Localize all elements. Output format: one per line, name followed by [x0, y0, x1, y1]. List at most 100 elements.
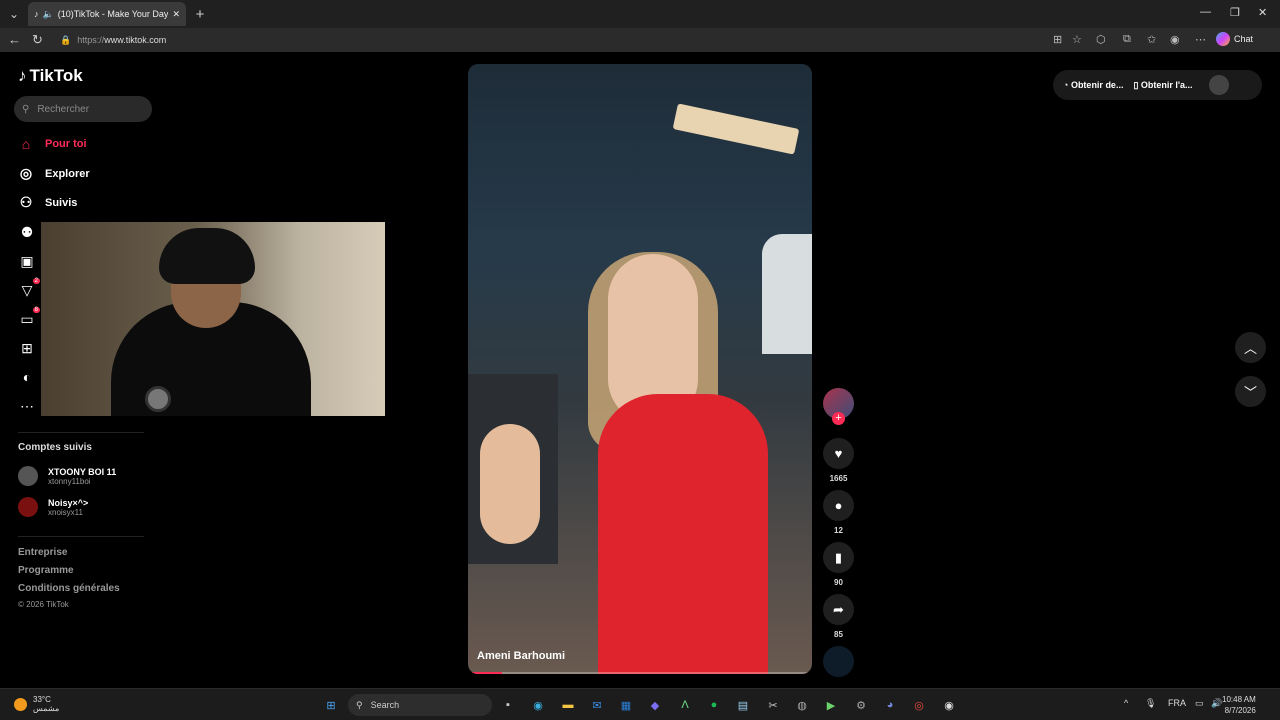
favorite-star-icon[interactable]: ☆ [1072, 33, 1082, 46]
close-tab-icon[interactable]: ✕ [172, 9, 180, 20]
url-field[interactable]: 🔒 https://www.tiktok.com [52, 31, 1172, 49]
account-handle: xtonny11boi [48, 476, 91, 486]
footer-link[interactable]: Conditions générales [18, 583, 120, 594]
get-app-label: Obtenir l'a... [1140, 79, 1193, 90]
video-author[interactable]: Ameni Barhoumi [477, 650, 565, 662]
browser-tabbar: ⌄ ♪ 🔈 (10)TikTok - Make Your Day ✕ + — ❐… [0, 0, 1280, 28]
browser-tab[interactable]: ♪ 🔈 (10)TikTok - Make Your Day ✕ [28, 2, 186, 26]
search-icon: ⚲ [22, 103, 30, 115]
video-progress[interactable] [468, 672, 812, 674]
discord-icon[interactable]: ◕ [881, 696, 899, 714]
profile-icon[interactable]: ◐ [18, 369, 36, 387]
search-icon: ⚲ [356, 699, 363, 710]
avatar [18, 466, 38, 486]
file-explorer-icon[interactable]: ▬ [559, 696, 577, 714]
task-view-icon[interactable]: ▪ [499, 696, 517, 714]
get-app-button[interactable]: ▯ Obtenir l'a... [1133, 80, 1192, 91]
friends-icon[interactable]: ⚉ [18, 224, 36, 242]
messages-icon[interactable]: ▭ 8 [18, 307, 40, 329]
activity-badge: 2 [32, 278, 40, 284]
url-host: www.tiktok.com [104, 35, 167, 45]
like-button[interactable]: ♥ [823, 438, 854, 469]
follow-plus-icon[interactable]: + [832, 412, 845, 425]
edge-icon[interactable]: ◉ [529, 696, 547, 714]
minimize-icon[interactable]: — [1200, 6, 1211, 18]
sun-icon [14, 697, 27, 711]
close-window-icon[interactable]: ✕ [1258, 6, 1267, 19]
next-video-button[interactable]: ﹀ [1235, 376, 1266, 407]
nvidia-icon[interactable]: ▶ [822, 696, 840, 714]
previous-video-button[interactable]: ︿ [1235, 332, 1266, 363]
messages-badge: 8 [32, 307, 40, 313]
favorites-icon[interactable]: ✩ [1147, 33, 1156, 46]
language-indicator[interactable]: FRA [1168, 698, 1186, 708]
user-avatar[interactable] [1208, 75, 1229, 95]
nav-explore[interactable]: ◎ Explorer [18, 165, 90, 182]
address-bar-row: ← ↻ 🔒 https://www.tiktok.com ⊞ ☆ ⬡ ⧉ ✩ ◉… [0, 28, 1280, 52]
following-icon: ⚇ [19, 194, 33, 210]
spotify-icon[interactable]: ● [705, 696, 723, 714]
chevron-up-icon: ︿ [1243, 341, 1257, 356]
teams-icon[interactable]: ◆ [646, 696, 664, 714]
followed-account[interactable]: Noisy×^> xnoisyx11 [18, 497, 88, 517]
tab-actions-icon[interactable]: ⌄ [4, 4, 24, 24]
snipping-icon[interactable]: ✂ [764, 696, 782, 714]
settings-gear-icon[interactable]: ⚙ [852, 696, 870, 714]
refresh-icon[interactable]: ↻ [32, 32, 43, 48]
comment-button[interactable]: ● [823, 490, 854, 521]
windows-start-icon[interactable]: ⊞ [322, 696, 340, 714]
reader-icon[interactable]: ⊞ [1053, 33, 1062, 46]
lock-icon: 🔒 [60, 34, 72, 45]
terminal-icon[interactable]: Λ [676, 696, 694, 714]
obs-icon[interactable]: ◉ [940, 696, 958, 714]
footer-link[interactable]: Programme [18, 565, 74, 576]
chrome-icon[interactable]: ◎ [910, 696, 928, 714]
get-coins-button[interactable]: ◔ Obtenir de... [1063, 80, 1123, 90]
followed-account[interactable]: XTOONY BOI 11 xtonny11boi [18, 466, 116, 486]
activity-icon[interactable]: ▽ 2 [18, 278, 40, 300]
search-input[interactable]: ⚲ Rechercher [14, 96, 152, 122]
windows-taskbar: 33°C مشمس ⊞ ⚲ Search ▪ ◉ ▬ ✉ ▦ ◆ Λ ● ▤ ✂… [0, 688, 1280, 720]
nav-label: Pour toi [45, 138, 87, 150]
menu-dots-icon[interactable]: ⋯ [1195, 33, 1206, 46]
video-player[interactable]: Ameni Barhoumi [468, 64, 812, 674]
chat-label: Chat [1234, 34, 1254, 44]
account-handle: xnoisyx11 [48, 507, 83, 517]
taskbar-search[interactable]: ⚲ Search [348, 694, 492, 716]
volume-icon[interactable]: 🔊 [1211, 698, 1222, 709]
calculator-icon[interactable]: ▤ [734, 696, 752, 714]
extensions-icon[interactable]: ⬡ [1096, 33, 1106, 46]
microphone-icon[interactable]: 🎙 [1145, 698, 1156, 709]
tiktok-logo[interactable]: ♪ TikTok [18, 66, 83, 86]
network-icon[interactable]: ▭ [1195, 698, 1204, 709]
upload-icon[interactable]: ⊞ [18, 340, 36, 358]
store-icon[interactable]: ▦ [617, 696, 635, 714]
live-icon[interactable]: ▣ [18, 253, 36, 271]
divider [18, 536, 144, 537]
weather-widget[interactable]: 33°C مشمس [14, 695, 59, 713]
outlook-icon[interactable]: ✉ [588, 696, 606, 714]
restore-icon[interactable]: ❐ [1230, 6, 1240, 19]
profile-avatar-icon[interactable]: ◉ [1170, 33, 1180, 46]
split-screen-icon[interactable]: ⧉ [1123, 33, 1131, 46]
save-count: 90 [834, 578, 843, 587]
get-coins-label: Obtenir de... [1070, 80, 1124, 90]
avatar [18, 497, 38, 517]
more-icon[interactable]: ⋯ [18, 398, 36, 416]
clock[interactable]: 10:48 AM 8/7/2026 [1222, 694, 1256, 716]
app-icon[interactable]: ◍ [793, 696, 811, 714]
save-button[interactable]: ▮ [823, 542, 854, 573]
back-icon[interactable]: ← [8, 32, 21, 47]
footer-link[interactable]: Entreprise [18, 547, 67, 558]
new-tab-icon[interactable]: + [190, 4, 210, 24]
account-name: Noisy×^> [48, 497, 89, 508]
speaker-icon[interactable]: 🔈 [43, 9, 54, 20]
copilot-chat-button[interactable]: Chat [1216, 32, 1253, 46]
music-disc-icon[interactable] [823, 646, 854, 677]
nav-following[interactable]: ⚇ Suivis [18, 194, 78, 211]
tray-chevron-icon[interactable]: ^ [1124, 698, 1128, 708]
share-count: 85 [834, 630, 843, 639]
nav-for-you[interactable]: ⌂ Pour toi [18, 136, 87, 152]
share-button[interactable]: ➦ [823, 594, 854, 625]
divider [18, 432, 144, 433]
